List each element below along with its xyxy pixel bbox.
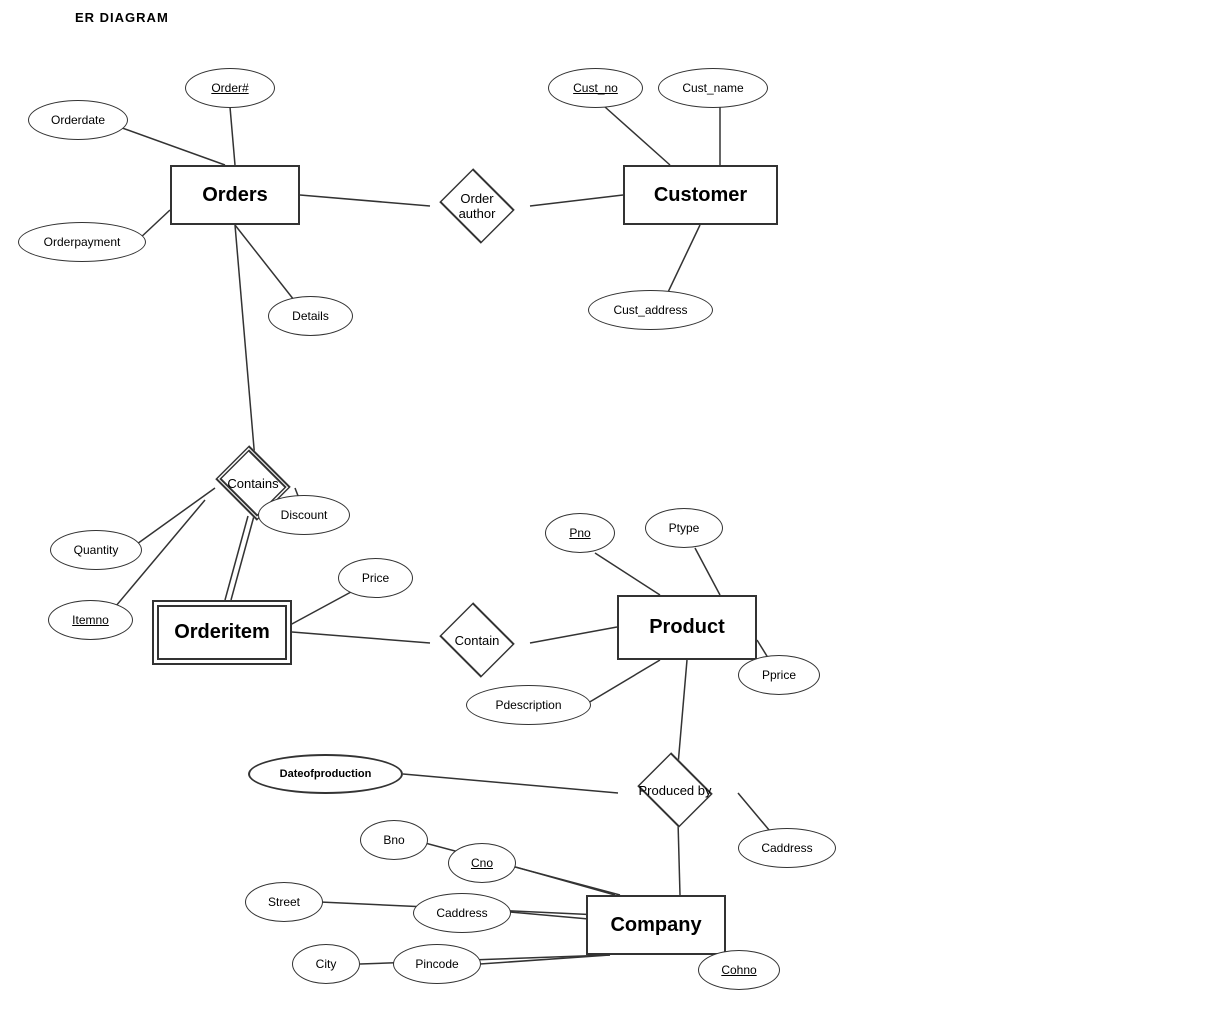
attr-quantity: Quantity (50, 530, 142, 570)
attr-pno: Pno (545, 513, 615, 553)
attr-details: Details (268, 296, 353, 336)
attr-dateofproduction: Dateofproduction (248, 754, 403, 794)
attr-orderpayment: Orderpayment (18, 222, 146, 262)
entity-company: Company (586, 895, 726, 955)
attr-pincode: Pincode (393, 944, 481, 984)
attr-bno: Bno (360, 820, 428, 860)
attr-order-hash: Order# (185, 68, 275, 108)
attr-caddress-left: Caddress (413, 893, 511, 933)
entity-customer: Customer (623, 165, 778, 225)
attr-itemno: Itemno (48, 600, 133, 640)
attr-pprice: Pprice (738, 655, 820, 695)
relationship-contain: Contain (422, 612, 532, 668)
attr-cust-address: Cust_address (588, 290, 713, 330)
relationship-produced-by: Produced by (610, 762, 740, 818)
attr-orderdate: Orderdate (28, 100, 128, 140)
entity-product: Product (617, 595, 757, 660)
entity-orderitem: Orderitem (152, 600, 292, 665)
attr-ptype: Ptype (645, 508, 723, 548)
diagram-lines (0, 0, 1218, 1012)
attr-discount: Discount (258, 495, 350, 535)
relationship-order-author: Order author (422, 178, 532, 234)
attr-pdescription: Pdescription (466, 685, 591, 725)
diagram-title: ER DIAGRAM (75, 10, 169, 25)
er-diagram-canvas: ER DIAGRAM (0, 0, 1218, 1012)
attr-cust-no: Cust_no (548, 68, 643, 108)
attr-price: Price (338, 558, 413, 598)
attr-city: City (292, 944, 360, 984)
attr-cno: Cno (448, 843, 516, 883)
attr-caddress-right: Caddress (738, 828, 836, 868)
entity-orders: Orders (170, 165, 300, 225)
attr-cust-name: Cust_name (658, 68, 768, 108)
attr-cohno: Cohno (698, 950, 780, 990)
attr-street: Street (245, 882, 323, 922)
